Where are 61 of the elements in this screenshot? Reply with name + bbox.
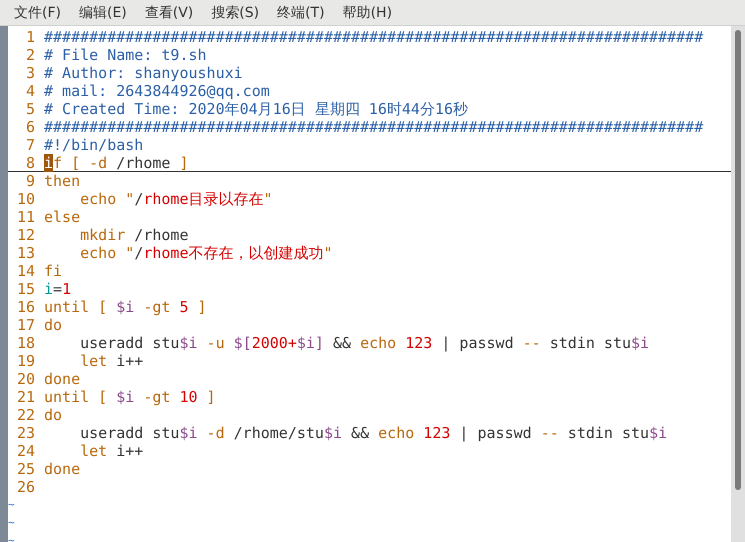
menu-item[interactable]: 搜索(S): [211, 6, 260, 20]
menu-item[interactable]: 编辑(E): [78, 6, 127, 20]
code-line: # mail: 2643844926@qq.com: [44, 82, 270, 100]
menu-item[interactable]: 终端(T): [277, 6, 325, 20]
code-line: done: [44, 370, 80, 388]
line-number: 10: [16, 190, 35, 208]
code-line: until [ $i -gt 5 ]: [44, 298, 207, 316]
line-number: 9: [24, 172, 35, 190]
code-line: do: [44, 406, 62, 424]
code-line: done: [44, 460, 80, 478]
line-number: 21: [16, 388, 35, 406]
empty-line-marker: ~: [8, 497, 15, 513]
line-number: 6: [24, 118, 35, 136]
line-number: 26: [16, 478, 35, 496]
line-number: 20: [16, 370, 35, 388]
line-number: 8: [24, 154, 35, 171]
code-line: # Created Time: 2020年04月16日 星期四 16时44分16秒: [44, 100, 468, 118]
code-line: else: [44, 208, 80, 226]
code-line: until [ $i -gt 10 ]: [44, 388, 216, 406]
line-number: 15: [16, 280, 35, 298]
menu-item[interactable]: 文件(F): [14, 6, 61, 20]
code-line: then: [44, 172, 80, 190]
menu-item[interactable]: 查看(V): [144, 6, 194, 20]
line-number: 16: [16, 298, 35, 316]
code-line: #########################################################################: [44, 28, 704, 46]
code-line: #!/bin/bash: [44, 136, 144, 154]
code-line: mkdir /rhome: [79, 226, 188, 244]
line-number: 25: [16, 460, 35, 478]
code-line: useradd stu$i -u $[2000+$i] && echo 123 | passwd -- stdin stu$i: [79, 334, 650, 352]
line-number: 12: [16, 226, 35, 244]
empty-line-marker: ~: [8, 533, 15, 542]
menu-item[interactable]: 帮助(H): [342, 6, 392, 20]
code-line: if [ -d /rhome ]: [44, 154, 188, 171]
line-number: 24: [16, 442, 35, 460]
line-number: 17: [16, 316, 35, 334]
line-number: 1: [24, 28, 35, 46]
scrollbar-thumb[interactable]: [735, 30, 741, 490]
code-line: fi: [44, 262, 62, 280]
line-number: 4: [24, 82, 35, 100]
code-line: # Author: shanyoushuxi: [44, 64, 243, 82]
line-number: 7: [24, 136, 35, 154]
code-line: i=1: [44, 280, 72, 298]
line-number: 3: [24, 64, 35, 82]
empty-line-marker: ~: [8, 515, 15, 531]
line-number: 11: [16, 208, 35, 226]
line-number: 13: [16, 244, 35, 262]
line-number: 2: [24, 46, 35, 64]
line-number: 23: [16, 424, 35, 442]
code-line: echo "/rhome不存在，以创建成功": [79, 244, 333, 262]
code-line: # File Name: t9.sh: [44, 46, 207, 64]
code-line: echo "/rhome目录以存在": [79, 190, 273, 208]
code-line: useradd stu$i -d /rhome/stu$i && echo 123 | passwd -- stdin stu$i: [79, 424, 668, 442]
code-line: let i++: [79, 352, 144, 370]
line-number: 18: [16, 334, 35, 352]
line-number: 14: [16, 262, 35, 280]
code-line: #########################################################################: [44, 118, 704, 136]
line-number: 22: [16, 406, 35, 424]
code-line: let i++: [79, 442, 144, 460]
line-number: 5: [24, 100, 35, 118]
code-line: do: [44, 316, 62, 334]
line-number: 19: [16, 352, 35, 370]
